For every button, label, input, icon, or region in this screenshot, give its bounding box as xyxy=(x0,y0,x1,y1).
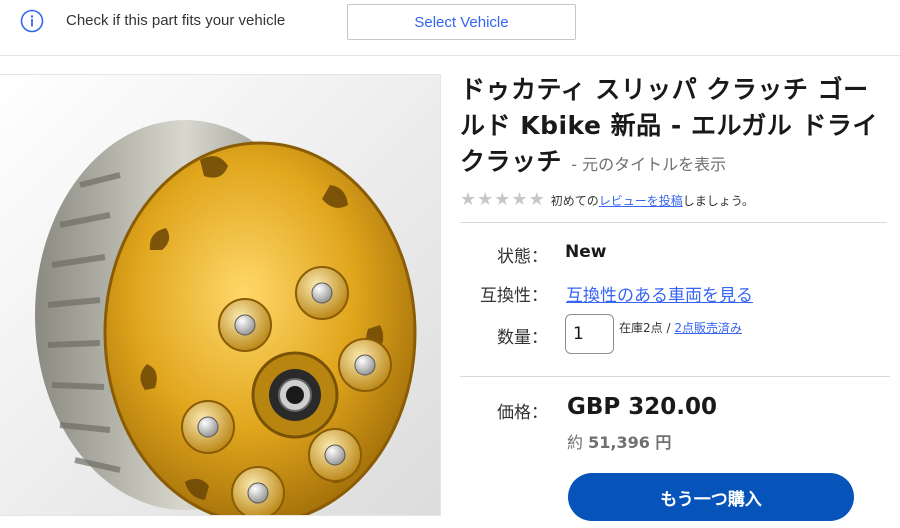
stock-info: 在庫2点 / 2点販売済み xyxy=(619,319,742,336)
review-prefix: 初めての xyxy=(550,193,599,208)
show-original-title-link[interactable]: - 元のタイトルを表示 xyxy=(571,155,726,174)
divider xyxy=(460,222,887,223)
approx-prefix: 約 xyxy=(567,433,584,452)
condition-label: 状態： xyxy=(497,247,548,267)
quantity-label: 数量： xyxy=(497,328,548,348)
product-title: ドゥカティ スリッパ クラッチ ゴールド Kbike 新品 - エルガル ドライ… xyxy=(460,72,885,183)
compatible-vehicles-link[interactable]: 互換性のある車両を見る xyxy=(566,281,753,306)
write-review-link[interactable]: レビューを投稿 xyxy=(599,192,683,209)
fitment-text: Check if this part fits your vehicle xyxy=(66,12,286,29)
star-icon: ★ xyxy=(511,189,528,210)
stock-text: 在庫2点 / xyxy=(619,321,671,335)
fitment-bar: Check if this part fits your vehicle Sel… xyxy=(0,0,900,56)
price-label: 価格： xyxy=(497,403,548,423)
compatibility-label: 互換性： xyxy=(480,286,548,306)
condition-value: New xyxy=(565,242,607,262)
star-icon: ★ xyxy=(528,189,545,210)
star-rating: ★ ★ ★ ★ ★ xyxy=(460,191,545,209)
select-vehicle-button[interactable]: Select Vehicle xyxy=(347,4,576,40)
product-image[interactable] xyxy=(0,74,441,516)
quantity-input[interactable] xyxy=(565,314,614,354)
star-icon: ★ xyxy=(460,189,477,210)
price-value: GBP 320.00 xyxy=(567,394,718,420)
review-suffix: しましょう。 xyxy=(682,193,755,208)
star-icon: ★ xyxy=(477,189,494,210)
info-icon xyxy=(20,9,44,33)
approx-price: 約 51,396 円 xyxy=(567,429,671,453)
star-icon: ★ xyxy=(494,189,511,210)
divider xyxy=(460,376,890,377)
approx-value: 51,396 円 xyxy=(588,433,672,452)
sold-count-link[interactable]: 2点販売済み xyxy=(674,321,742,335)
buy-another-button[interactable]: もう一つ購入 xyxy=(568,473,854,521)
review-row: ★ ★ ★ ★ ★ 初めての レビューを投稿 しましょう。 xyxy=(460,190,754,210)
